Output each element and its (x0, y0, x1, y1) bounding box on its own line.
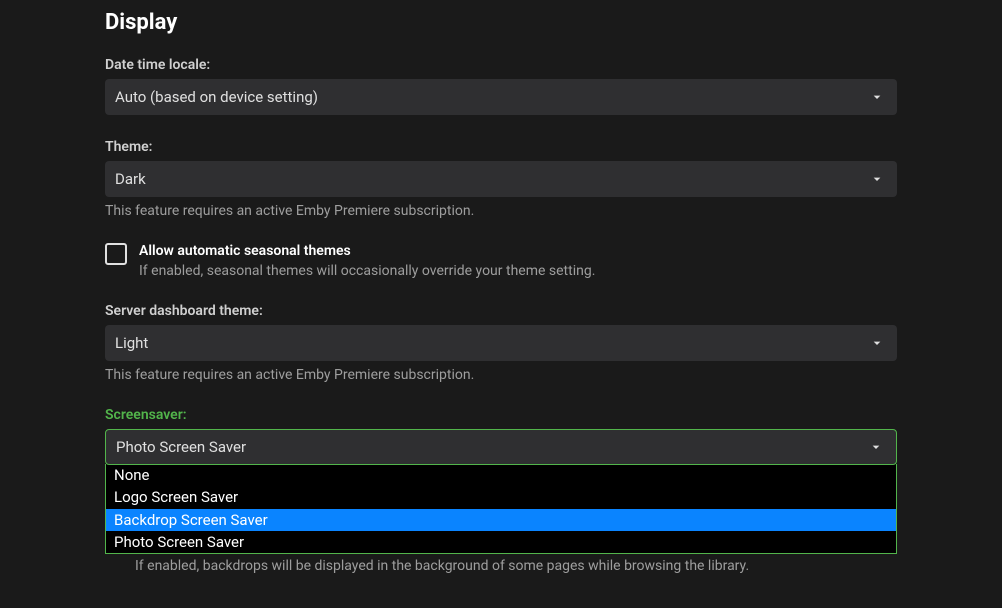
page-title: Display (105, 10, 897, 35)
theme-label: Theme: (105, 139, 897, 155)
server-theme-value: Light (115, 334, 148, 352)
screensaver-label: Screensaver: (105, 407, 897, 423)
screensaver-value: Photo Screen Saver (116, 438, 246, 456)
server-theme-help: This feature requires an active Emby Pre… (105, 367, 897, 383)
backdrops-help: If enabled, backdrops will be displayed … (105, 558, 897, 574)
chevron-down-icon (868, 439, 884, 455)
seasonal-themes-help: If enabled, seasonal themes will occasio… (139, 263, 595, 279)
screensaver-option[interactable]: Backdrop Screen Saver (106, 509, 896, 531)
theme-value: Dark (115, 170, 146, 188)
screensaver-select[interactable]: Photo Screen Saver (105, 429, 897, 465)
server-theme-label: Server dashboard theme: (105, 303, 897, 319)
server-theme-field: Server dashboard theme: Light This featu… (105, 303, 897, 383)
screensaver-options: None Logo Screen Saver Backdrop Screen S… (105, 464, 897, 554)
chevron-down-icon (869, 89, 885, 105)
seasonal-themes-checkbox[interactable] (105, 243, 127, 265)
seasonal-themes-label: Allow automatic seasonal themes (139, 243, 595, 259)
screensaver-option[interactable]: None (106, 464, 896, 486)
theme-select[interactable]: Dark (105, 161, 897, 197)
datetime-locale-value: Auto (based on device setting) (115, 88, 318, 106)
datetime-locale-field: Date time locale: Auto (based on device … (105, 57, 897, 115)
datetime-locale-select[interactable]: Auto (based on device setting) (105, 79, 897, 115)
chevron-down-icon (869, 335, 885, 351)
screensaver-option[interactable]: Logo Screen Saver (106, 486, 896, 508)
seasonal-themes-row: Allow automatic seasonal themes If enabl… (105, 243, 897, 279)
screensaver-option[interactable]: Photo Screen Saver (106, 531, 896, 553)
screensaver-field: Screensaver: Photo Screen Saver None Log… (105, 407, 897, 574)
theme-field: Theme: Dark This feature requires an act… (105, 139, 897, 219)
theme-help: This feature requires an active Emby Pre… (105, 203, 897, 219)
chevron-down-icon (869, 171, 885, 187)
datetime-locale-label: Date time locale: (105, 57, 897, 73)
server-theme-select[interactable]: Light (105, 325, 897, 361)
